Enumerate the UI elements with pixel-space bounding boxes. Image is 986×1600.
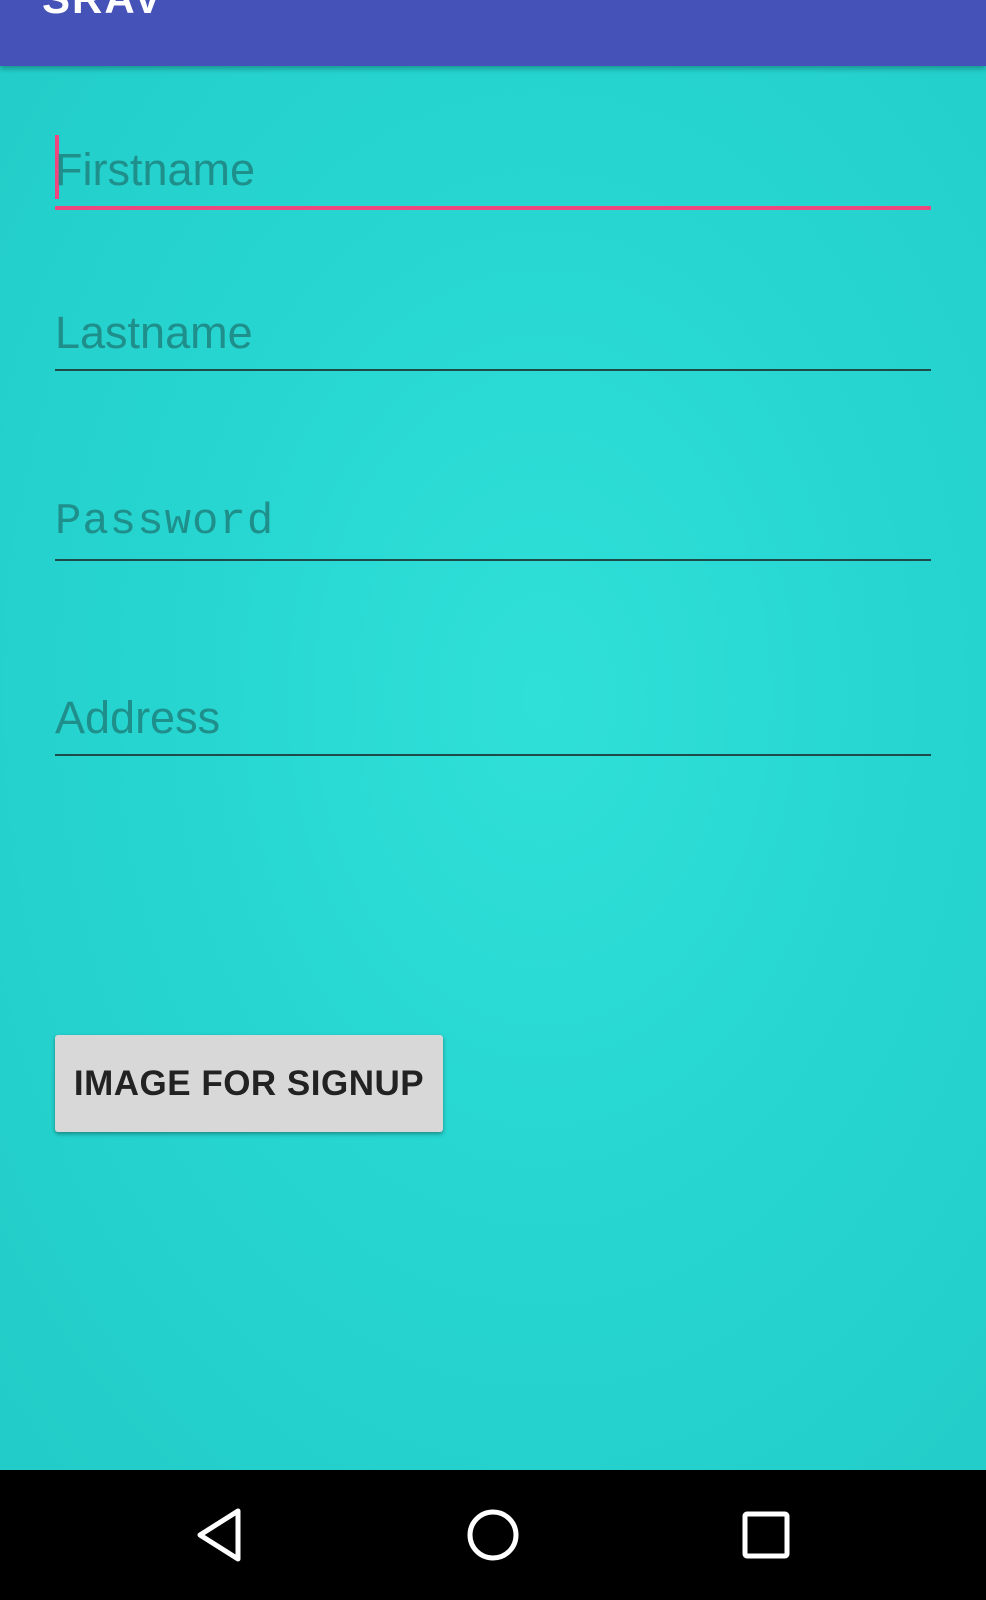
image-for-signup-button[interactable]: IMAGE FOR SIGNUP (55, 1035, 443, 1132)
address-underline (55, 754, 931, 756)
home-circle-icon (467, 1509, 519, 1561)
back-button[interactable] (170, 1490, 270, 1580)
password-placeholder: Password (55, 497, 275, 547)
firstname-placeholder: Firstname (55, 144, 256, 195)
app-bar: SRAV (0, 0, 986, 66)
address-placeholder: Address (55, 692, 221, 743)
password-underline (55, 559, 931, 561)
firstname-underline (55, 206, 931, 210)
app-title: SRAV (42, 0, 164, 20)
password-field[interactable]: Password (55, 486, 931, 562)
recents-square-icon (742, 1511, 790, 1559)
lastname-underline (55, 369, 931, 371)
recents-button[interactable] (716, 1490, 816, 1580)
lastname-placeholder: Lastname (55, 307, 253, 358)
back-triangle-icon (197, 1508, 241, 1562)
navigation-bar (0, 1470, 986, 1600)
home-button[interactable] (443, 1490, 543, 1580)
firstname-field[interactable]: Firstname (55, 132, 931, 212)
lastname-field[interactable]: Lastname (55, 296, 931, 372)
signup-form: Firstname Lastname Password Address IMAG… (0, 66, 986, 1470)
address-field[interactable]: Address (55, 681, 931, 757)
